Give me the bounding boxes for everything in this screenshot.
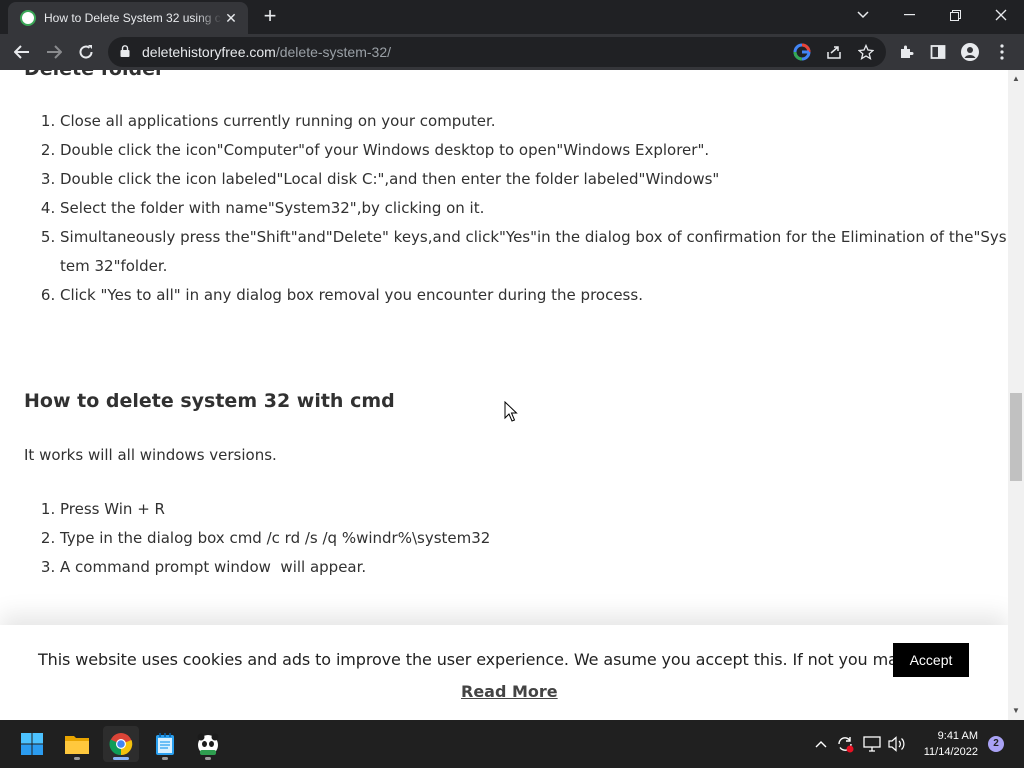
sync-status-icon[interactable] bbox=[835, 734, 855, 754]
scrollbar-thumb[interactable] bbox=[1010, 393, 1022, 481]
url-text[interactable]: deletehistoryfree.com/delete-system-32/ bbox=[142, 44, 391, 60]
list-item: Press Win + R bbox=[60, 495, 1008, 524]
url-domain: deletehistoryfree.com bbox=[142, 44, 276, 60]
intro-paragraph: It works will all windows versions. bbox=[24, 446, 277, 464]
clock-date: 11/14/2022 bbox=[923, 746, 978, 758]
list-item: Double click the icon labeled"Local disk… bbox=[60, 165, 1008, 194]
network-icon[interactable] bbox=[862, 734, 882, 754]
tab-search-icon[interactable] bbox=[840, 0, 886, 30]
url-path: /delete-system-32/ bbox=[275, 44, 392, 60]
tab-title: How to Delete System 32 using cmd bbox=[44, 11, 222, 25]
read-more-link[interactable]: Read More bbox=[461, 682, 558, 701]
restore-button[interactable] bbox=[932, 0, 978, 30]
vertical-scrollbar[interactable]: ▲ ▼ bbox=[1008, 70, 1024, 720]
list-item: Simultaneously press the"Shift"and"Delet… bbox=[60, 223, 1008, 281]
bookmark-star-icon[interactable] bbox=[856, 42, 876, 62]
notification-count-badge[interactable]: 2 bbox=[988, 736, 1004, 752]
clock-time: 9:41 AM bbox=[937, 730, 978, 742]
new-tab-button[interactable]: + bbox=[258, 5, 282, 27]
list-item: Type in the dialog box cmd /c rd /s /q %… bbox=[60, 524, 1008, 553]
list-item: A command prompt window will appear. bbox=[60, 553, 1008, 582]
running-indicator bbox=[205, 757, 211, 760]
minimize-button[interactable] bbox=[886, 0, 932, 30]
list-item: Close all applications currently running… bbox=[60, 107, 1008, 136]
panda-app-icon[interactable] bbox=[190, 726, 226, 762]
lock-icon[interactable] bbox=[120, 45, 130, 57]
windows-taskbar: 9:41 AM 11/14/2022 2 bbox=[0, 720, 1024, 768]
taskbar-clock[interactable]: 9:41 AM 11/14/2022 bbox=[912, 728, 978, 760]
google-lens-icon[interactable] bbox=[792, 42, 812, 62]
tab-strip: How to Delete System 32 using cmd ✕ + bbox=[0, 0, 1024, 34]
browser-tab[interactable]: How to Delete System 32 using cmd ✕ bbox=[8, 2, 248, 34]
manual-steps-list: Close all applications currently running… bbox=[24, 107, 1008, 310]
running-indicator bbox=[162, 757, 168, 760]
cookie-banner: This website uses cookies and ads to imp… bbox=[0, 625, 1008, 720]
page-viewport[interactable]: Delete folder Close all applications cur… bbox=[0, 70, 1008, 720]
close-tab-icon[interactable]: ✕ bbox=[222, 10, 240, 27]
profile-avatar-icon[interactable] bbox=[960, 42, 980, 62]
cmd-steps-list: Press Win + R Type in the dialog box cmd… bbox=[24, 495, 1008, 582]
scroll-up-arrow-icon[interactable]: ▲ bbox=[1008, 72, 1024, 86]
side-panel-icon[interactable] bbox=[928, 42, 948, 62]
back-arrow-icon[interactable] bbox=[10, 40, 34, 64]
accept-cookies-button[interactable]: Accept bbox=[893, 643, 969, 677]
forward-arrow-icon[interactable] bbox=[42, 40, 66, 64]
section-heading-delete-folder: Delete folder bbox=[24, 70, 164, 80]
section-heading-cmd: How to delete system 32 with cmd bbox=[24, 390, 395, 412]
notepad-icon[interactable] bbox=[147, 726, 183, 762]
chrome-icon[interactable] bbox=[103, 726, 139, 762]
volume-icon[interactable] bbox=[887, 734, 907, 754]
file-explorer-icon[interactable] bbox=[59, 726, 95, 762]
browser-menu-icon[interactable] bbox=[992, 42, 1012, 62]
share-icon[interactable] bbox=[824, 42, 844, 62]
mouse-cursor-icon bbox=[504, 401, 518, 422]
show-hidden-icons-chevron-icon[interactable] bbox=[811, 734, 831, 754]
close-window-button[interactable] bbox=[978, 0, 1024, 30]
address-bar[interactable]: deletehistoryfree.com/delete-system-32/ bbox=[108, 37, 886, 67]
start-button-windows-icon[interactable] bbox=[14, 726, 50, 762]
cookie-message: This website uses cookies and ads to imp… bbox=[38, 650, 961, 669]
list-item: Click "Yes to all" in any dialog box rem… bbox=[60, 281, 1008, 310]
running-indicator bbox=[74, 757, 80, 760]
site-favicon-icon bbox=[20, 10, 36, 26]
list-item: Select the folder with name"System32",by… bbox=[60, 194, 1008, 223]
scroll-down-arrow-icon[interactable]: ▼ bbox=[1008, 704, 1024, 718]
browser-toolbar: deletehistoryfree.com/delete-system-32/ bbox=[0, 34, 1024, 70]
extensions-icon[interactable] bbox=[896, 42, 916, 62]
reload-icon[interactable] bbox=[74, 40, 98, 64]
active-indicator bbox=[113, 757, 129, 760]
list-item: Double click the icon"Computer"of your W… bbox=[60, 136, 1008, 165]
